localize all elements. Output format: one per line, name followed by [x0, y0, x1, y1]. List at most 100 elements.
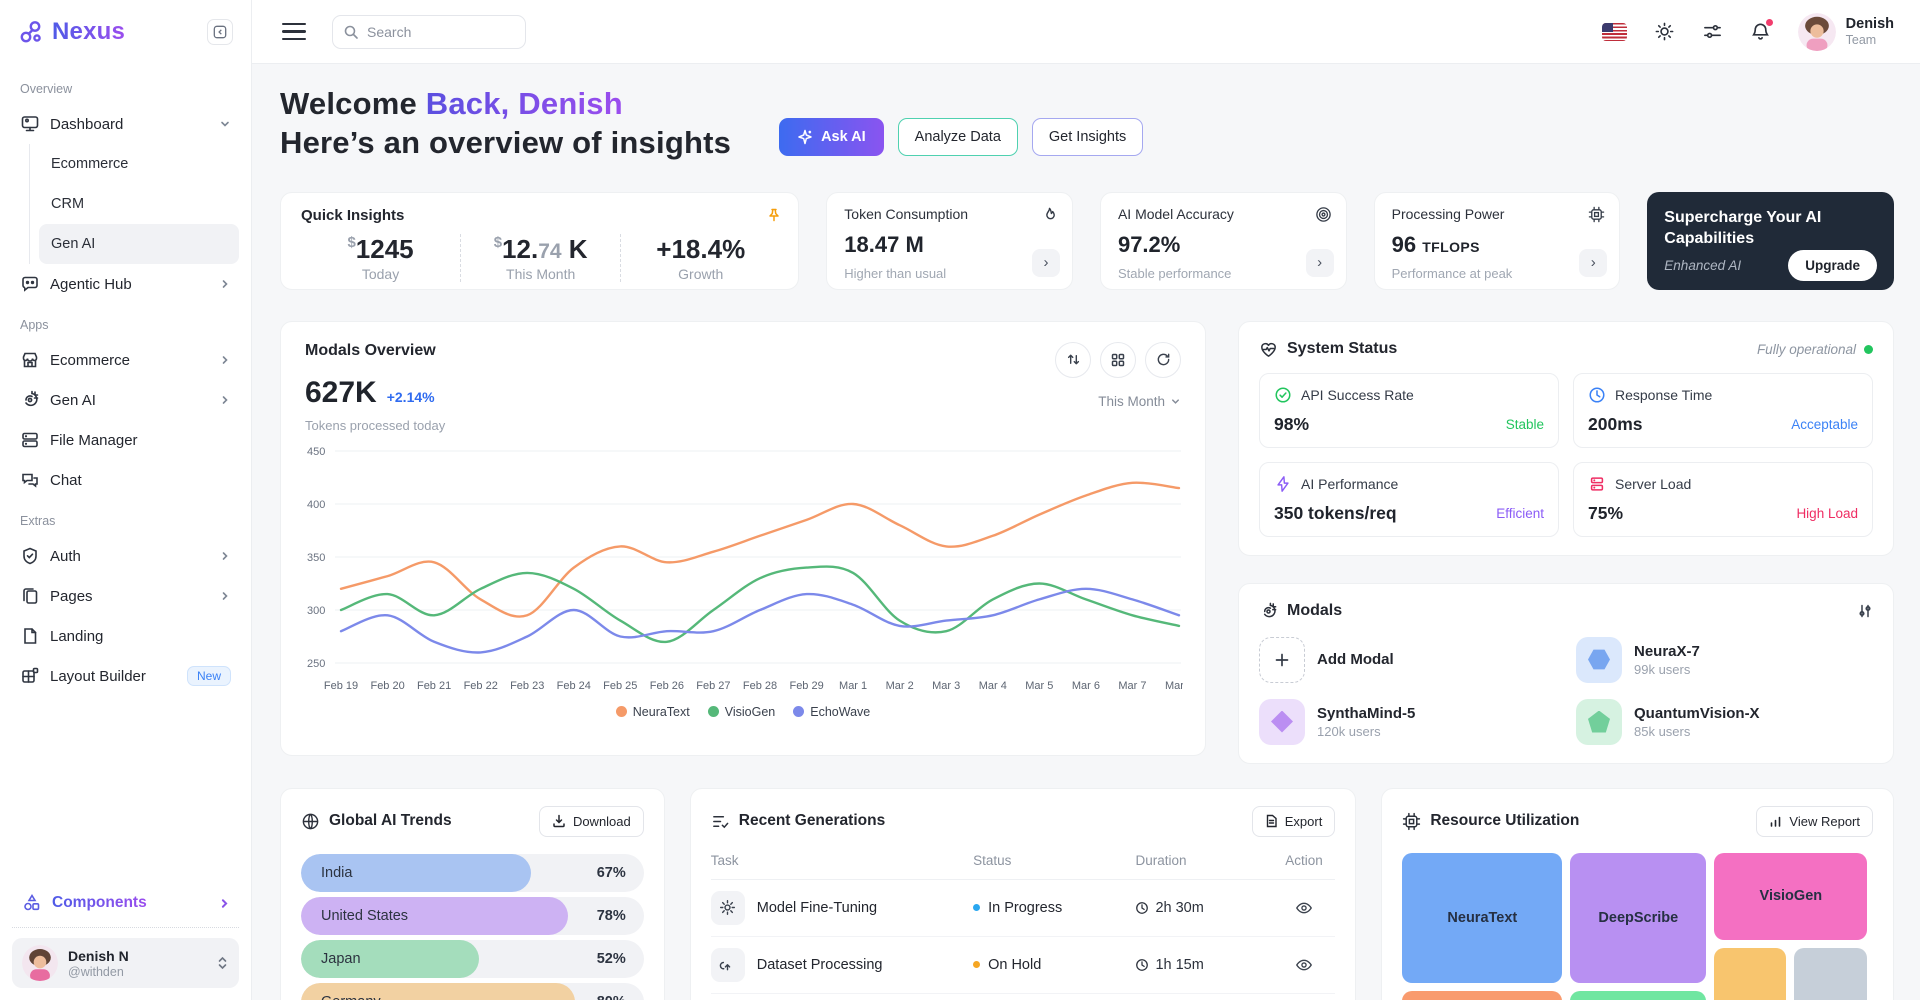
chat-bubbles-icon — [20, 470, 40, 490]
notifications-bell-icon[interactable] — [1750, 21, 1771, 42]
svg-text:Feb 26: Feb 26 — [650, 680, 684, 692]
svg-text:Mar 4: Mar 4 — [979, 680, 1007, 692]
upgrade-button[interactable]: Upgrade — [1788, 250, 1877, 281]
svg-text:Feb 28: Feb 28 — [743, 680, 777, 692]
svg-text:Feb 25: Feb 25 — [603, 680, 637, 692]
language-flag-icon[interactable] — [1602, 23, 1627, 41]
sidebar-item-chat[interactable]: Chat — [12, 460, 239, 500]
view-action-button[interactable] — [1295, 956, 1313, 974]
sidebar-subitem-crm[interactable]: CRM — [39, 184, 239, 224]
sidebar-item-label: Dashboard — [50, 116, 123, 133]
add-modal-label: Add Modal — [1317, 651, 1394, 668]
new-badge: New — [187, 666, 231, 686]
stat-this-month: $12.74 K This Month — [460, 234, 620, 282]
document-icon — [20, 626, 40, 646]
quick-insights-title: Quick Insights — [301, 207, 780, 224]
legend-item: NeuraText — [616, 705, 690, 719]
table-row[interactable]: Dataset Processing On Hold 1h 15m — [711, 937, 1336, 994]
topbar-user[interactable]: Denish Team — [1798, 13, 1894, 51]
get-insights-button[interactable]: Get Insights — [1032, 118, 1143, 156]
welcome-section: Welcome Back, Denish Here’s an overview … — [280, 85, 1894, 163]
trend-bars: India67%United States78%Japan52%Germany8… — [301, 854, 644, 1000]
topbar-user-name: Denish — [1846, 16, 1894, 32]
range-selector[interactable]: This Month — [1098, 394, 1181, 409]
sidebar-item-pages[interactable]: Pages — [12, 576, 239, 616]
heart-pulse-icon — [1259, 340, 1278, 359]
topbar-actions: Denish Team — [1602, 13, 1894, 51]
status-subcard: AI Performance 350 tokens/reqEfficient — [1259, 462, 1559, 537]
modal-item[interactable]: SynthaMind-5120k users — [1259, 699, 1556, 745]
grid-view-button[interactable] — [1100, 342, 1136, 378]
target-icon — [1315, 206, 1332, 223]
stats-row: Quick Insights $1245 Today $12.74 K This… — [280, 192, 1894, 290]
operational-status: Fully operational — [1757, 342, 1856, 357]
sidebar-item-components[interactable]: Components — [0, 883, 251, 927]
sidebar-item-label: Auth — [50, 548, 81, 565]
refresh-button[interactable] — [1145, 342, 1181, 378]
filter-settings-icon[interactable] — [1857, 603, 1873, 619]
kpi-next-button[interactable]: › — [1306, 249, 1334, 277]
kpi-note: Higher than usual — [844, 266, 1058, 281]
logo-row: Nexus — [0, 0, 251, 64]
treemap-block[interactable] — [1794, 948, 1867, 1000]
sidebar-item-label: Layout Builder — [50, 668, 146, 685]
table-header: Task Status Duration Action — [711, 853, 1336, 880]
sidebar-spacer — [0, 696, 251, 883]
treemap-block[interactable] — [1570, 991, 1706, 1000]
column-action: Action — [1273, 853, 1335, 868]
treemap-block-neuratext[interactable]: NeuraText — [1402, 853, 1562, 983]
brand-name: Nexus — [52, 18, 125, 46]
sidebar-item-file-manager[interactable]: File Manager — [12, 420, 239, 460]
ask-ai-button[interactable]: Ask AI — [779, 118, 884, 156]
svg-text:Feb 20: Feb 20 — [370, 680, 404, 692]
trend-bar: India67% — [301, 854, 644, 892]
settings-sliders-icon[interactable] — [1702, 21, 1723, 42]
sidebar-item-ecommerce[interactable]: Ecommerce — [12, 340, 239, 380]
section-label-overview: Overview — [20, 82, 231, 96]
chevron-right-icon — [219, 354, 231, 366]
sidebar-item-landing[interactable]: Landing — [12, 616, 239, 656]
content: Welcome Back, Denish Here’s an overview … — [252, 64, 1920, 1000]
export-button[interactable]: Export — [1252, 806, 1336, 837]
download-button[interactable]: Download — [539, 806, 644, 837]
sort-arrows-button[interactable] — [1055, 342, 1091, 378]
kpi-next-button[interactable]: › — [1032, 249, 1060, 277]
download-icon — [552, 814, 566, 828]
treemap-block-deepscribe[interactable]: DeepScribe — [1570, 853, 1706, 983]
svg-text:Feb 23: Feb 23 — [510, 680, 544, 692]
view-action-button[interactable] — [1295, 899, 1313, 917]
search-icon — [343, 24, 359, 40]
sidebar-user-card[interactable]: Denish N @withden — [12, 938, 239, 988]
hamburger-menu-icon[interactable] — [282, 23, 306, 41]
treemap-block-visiogen[interactable]: VisioGen — [1714, 853, 1867, 940]
search-input[interactable] — [367, 24, 497, 40]
pin-icon[interactable] — [766, 207, 782, 223]
status-subcard: Server Load 75%High Load — [1573, 462, 1873, 537]
treemap-block[interactable] — [1714, 948, 1786, 1000]
trends-title: Global AI Trends — [329, 812, 452, 830]
sidebar-item-label: Chat — [50, 472, 82, 489]
sidebar-item-gen-ai[interactable]: Gen AI — [12, 380, 239, 420]
svg-text:Mar 5: Mar 5 — [1025, 680, 1053, 692]
sidebar-item-dashboard[interactable]: Dashboard — [12, 104, 239, 144]
analyze-data-button[interactable]: Analyze Data — [898, 118, 1018, 156]
sidebar-item-layout-builder[interactable]: Layout Builder New — [12, 656, 239, 696]
welcome-title-prefix: Welcome — [280, 86, 426, 121]
modal-item[interactable]: QuantumVision-X85k users — [1576, 699, 1873, 745]
sidebar-subitem-ecommerce[interactable]: Ecommerce — [39, 144, 239, 184]
global-ai-trends-card: Global AI Trends Download India67%United… — [280, 788, 665, 1000]
view-report-button[interactable]: View Report — [1756, 806, 1873, 837]
globe-icon — [301, 812, 320, 831]
kpi-next-button[interactable]: › — [1579, 249, 1607, 277]
table-row[interactable]: Model Fine-Tuning In Progress 2h 30m — [711, 880, 1336, 937]
sidebar-item-auth[interactable]: Auth — [12, 536, 239, 576]
sidebar-collapse-button[interactable] — [207, 19, 233, 45]
components-label: Components — [52, 894, 147, 912]
sidebar-item-agentic-hub[interactable]: Agentic Hub — [12, 264, 239, 304]
treemap-block[interactable] — [1402, 991, 1562, 1000]
theme-sun-icon[interactable] — [1654, 21, 1675, 42]
modal-item[interactable]: NeuraX-799k users — [1576, 637, 1873, 683]
add-modal-button[interactable]: Add Modal — [1259, 637, 1556, 683]
welcome-heading: Welcome Back, Denish Here’s an overview … — [280, 85, 731, 163]
sidebar-subitem-gen-ai[interactable]: Gen AI — [39, 224, 239, 264]
